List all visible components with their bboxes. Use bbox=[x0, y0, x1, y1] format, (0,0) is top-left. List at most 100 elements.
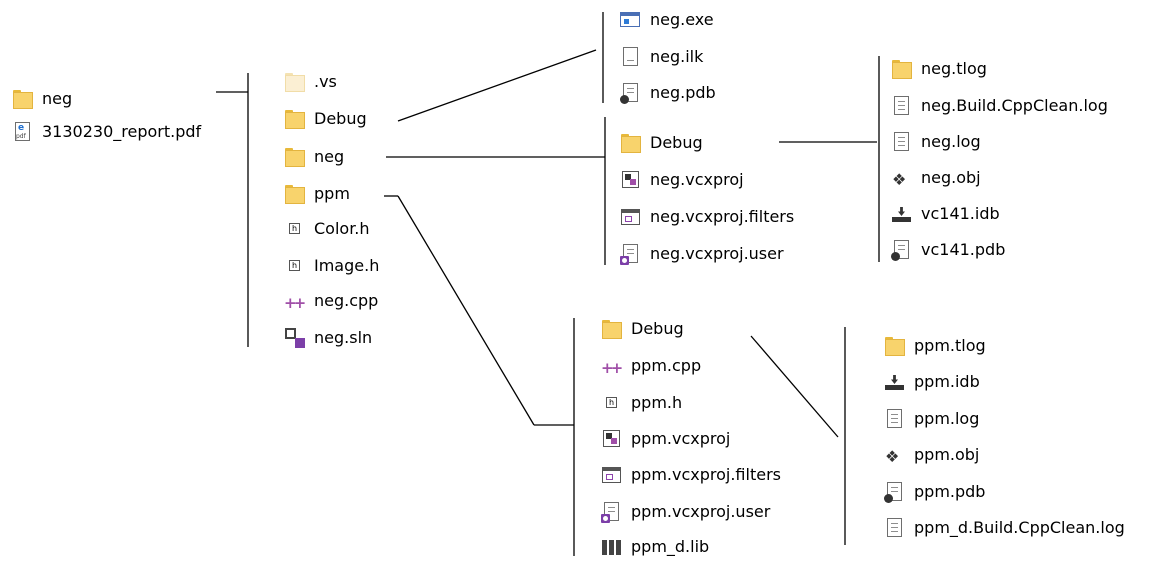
folder-icon bbox=[284, 108, 306, 130]
folder-icon bbox=[620, 132, 642, 154]
vs-user-file-icon bbox=[620, 243, 642, 265]
item-label: neg.vcxproj.user bbox=[650, 244, 784, 263]
vc141-idb-file[interactable]: vc141.idb bbox=[891, 201, 1000, 227]
ppm-filters-file[interactable]: ppm.vcxproj.filters bbox=[601, 462, 781, 488]
item-label: neg.log bbox=[921, 132, 981, 151]
cpp-file-icon: ++ bbox=[601, 359, 623, 377]
item-label: neg.sln bbox=[314, 328, 373, 347]
item-label: .vs bbox=[314, 72, 337, 91]
project-file-icon bbox=[601, 428, 623, 450]
neg-cpp-file[interactable]: ++ neg.cpp bbox=[284, 288, 378, 314]
ppm-log-file[interactable]: ppm.log bbox=[884, 406, 979, 432]
item-label: neg.obj bbox=[921, 168, 981, 187]
neg-vcxproj-file[interactable]: neg.vcxproj bbox=[620, 167, 744, 193]
executable-icon bbox=[620, 9, 642, 31]
item-label: neg.vcxproj bbox=[650, 170, 744, 189]
item-label: vc141.pdb bbox=[921, 240, 1006, 259]
folder-icon bbox=[884, 335, 906, 357]
cpp-file-icon: ++ bbox=[284, 294, 306, 312]
item-label: neg.exe bbox=[650, 10, 714, 29]
item-label: ppm_d.Build.CppClean.log bbox=[914, 518, 1125, 537]
neg-obj-file[interactable]: ❖ neg.obj bbox=[891, 165, 981, 191]
neg-filters-file[interactable]: neg.vcxproj.filters bbox=[620, 204, 794, 230]
vc141-pdb-file[interactable]: vc141.pdb bbox=[891, 237, 1005, 263]
neg-ilk-file[interactable]: neg.ilk bbox=[620, 44, 703, 70]
item-label: ppm.cpp bbox=[631, 356, 702, 375]
header-file-icon: h bbox=[601, 392, 623, 414]
item-label: ppm bbox=[314, 184, 350, 203]
item-label: ppm.obj bbox=[914, 445, 980, 464]
ppm-obj-file[interactable]: ❖ ppm.obj bbox=[884, 442, 979, 468]
neg-subfolder[interactable]: neg bbox=[284, 144, 344, 170]
item-label: ppm.log bbox=[914, 409, 980, 428]
tree-connector-lines bbox=[216, 12, 880, 556]
pdb-file-icon bbox=[620, 82, 642, 104]
ppm-h-file[interactable]: h ppm.h bbox=[601, 390, 682, 416]
debug-folder[interactable]: Debug bbox=[284, 106, 367, 132]
item-label: neg bbox=[314, 147, 345, 166]
item-label: ppm.idb bbox=[914, 372, 980, 391]
idb-file-icon bbox=[884, 371, 906, 393]
ppm-tlog-folder[interactable]: ppm.tlog bbox=[884, 333, 986, 359]
item-label: Debug bbox=[631, 319, 684, 338]
item-label: ppm.h bbox=[631, 393, 683, 412]
item-label: ppm.vcxproj.filters bbox=[631, 465, 781, 484]
ppm-idb-file[interactable]: ppm.idb bbox=[884, 369, 980, 395]
ppm-folder[interactable]: ppm bbox=[284, 181, 350, 207]
pdb-file-icon bbox=[884, 481, 906, 503]
item-label: neg.cpp bbox=[314, 291, 379, 310]
folder-icon bbox=[12, 88, 34, 110]
filters-file-icon bbox=[620, 206, 642, 228]
ppm-cppclean-log-file[interactable]: ppm_d.Build.CppClean.log bbox=[884, 515, 1125, 541]
item-label: Debug bbox=[650, 133, 703, 152]
neg-exe-file[interactable]: neg.exe bbox=[620, 7, 714, 33]
color-h-file[interactable]: h Color.h bbox=[284, 216, 370, 242]
item-label: ppm.vcxproj.user bbox=[631, 502, 771, 521]
linker-file-icon bbox=[620, 46, 642, 68]
neg-tlog-folder[interactable]: neg.tlog bbox=[891, 56, 987, 82]
item-label: neg.Build.CppClean.log bbox=[921, 96, 1108, 115]
header-file-icon: h bbox=[284, 255, 306, 277]
item-label: neg.vcxproj.filters bbox=[650, 207, 795, 226]
folder-icon bbox=[891, 58, 913, 80]
vs-user-file-icon bbox=[601, 501, 623, 523]
item-label: ppm.vcxproj bbox=[631, 429, 731, 448]
item-label: ppm.tlog bbox=[914, 336, 986, 355]
ppm-pdb-file[interactable]: ppm.pdb bbox=[884, 479, 985, 505]
ppm-user-file[interactable]: ppm.vcxproj.user bbox=[601, 499, 770, 525]
neg-log-file[interactable]: neg.log bbox=[891, 129, 981, 155]
ppm-cpp-file[interactable]: ++ ppm.cpp bbox=[601, 353, 701, 379]
ppm-lib-file[interactable]: ppm_d.lib bbox=[601, 534, 709, 560]
folder-icon bbox=[284, 183, 306, 205]
item-label: ppm.pdb bbox=[914, 482, 986, 501]
item-label: 3130230_report.pdf bbox=[42, 122, 202, 141]
pdb-file-icon bbox=[891, 239, 913, 261]
report-pdf-file[interactable]: 3130230_report.pdf bbox=[12, 119, 201, 145]
neg-project-debug-folder[interactable]: Debug bbox=[620, 130, 703, 156]
neg-user-file[interactable]: neg.vcxproj.user bbox=[620, 241, 784, 267]
idb-file-icon bbox=[891, 203, 913, 225]
object-file-icon: ❖ bbox=[892, 170, 907, 189]
project-file-icon bbox=[620, 169, 642, 191]
ppm-debug-folder[interactable]: Debug bbox=[601, 316, 684, 342]
item-label: Image.h bbox=[314, 256, 380, 275]
root-neg-folder[interactable]: neg bbox=[12, 86, 72, 112]
pdf-icon bbox=[12, 121, 34, 143]
image-h-file[interactable]: h Image.h bbox=[284, 253, 379, 279]
item-label: Debug bbox=[314, 109, 367, 128]
text-file-icon bbox=[891, 131, 913, 153]
vs-folder[interactable]: .vs bbox=[284, 69, 337, 95]
item-label: neg.tlog bbox=[921, 59, 987, 78]
text-file-icon bbox=[884, 517, 906, 539]
filters-file-icon bbox=[601, 464, 623, 486]
hidden-folder-icon bbox=[284, 71, 306, 93]
item-label: ppm_d.lib bbox=[631, 537, 710, 556]
ppm-vcxproj-file[interactable]: ppm.vcxproj bbox=[601, 426, 730, 452]
item-label: neg.pdb bbox=[650, 83, 716, 102]
neg-cppclean-log-file[interactable]: neg.Build.CppClean.log bbox=[891, 93, 1108, 119]
folder-icon bbox=[284, 146, 306, 168]
text-file-icon bbox=[891, 95, 913, 117]
neg-pdb-file[interactable]: neg.pdb bbox=[620, 80, 716, 106]
item-label: neg bbox=[42, 89, 73, 108]
neg-sln-file[interactable]: neg.sln bbox=[284, 325, 372, 351]
